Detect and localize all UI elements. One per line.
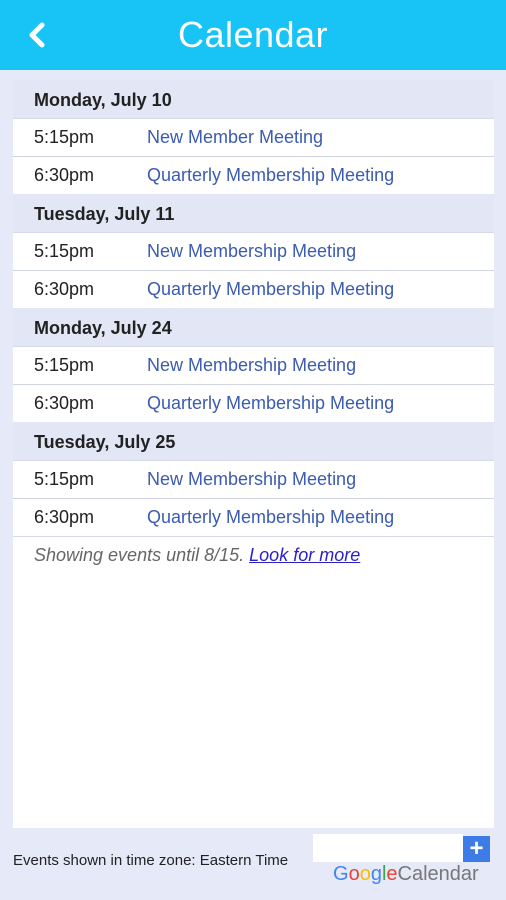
logo-letter: e — [386, 863, 398, 885]
day-header: Monday, July 24 — [13, 308, 494, 346]
google-calendar-logo: GoogleCalendar — [333, 863, 479, 886]
event-title-link[interactable]: Quarterly Membership Meeting — [147, 165, 394, 186]
logo-word: Calendar — [397, 863, 479, 885]
day-header: Monday, July 10 — [13, 80, 494, 118]
event-time: 6:30pm — [34, 165, 95, 185]
showing-events-note: Showing events until 8/15. Look for more — [13, 536, 494, 566]
day-group: Tuesday, July 11 5:15pm New Membership M… — [13, 194, 494, 308]
event-title-link[interactable]: New Member Meeting — [147, 127, 323, 148]
logo-letter: g — [370, 863, 382, 885]
event-row[interactable]: 5:15pm New Membership Meeting — [13, 460, 494, 498]
event-row[interactable]: 6:30pm Quarterly Membership Meeting — [13, 498, 494, 536]
logo-letter: o — [348, 863, 360, 885]
event-time: 6:30pm — [34, 507, 95, 527]
event-row[interactable]: 6:30pm Quarterly Membership Meeting — [13, 156, 494, 194]
gcal-bar — [313, 834, 463, 862]
logo-letter: o — [359, 863, 371, 885]
event-time: 5:15pm — [34, 127, 95, 147]
event-time: 5:15pm — [34, 355, 95, 375]
event-row[interactable]: 6:30pm Quarterly Membership Meeting — [13, 270, 494, 308]
event-title-link[interactable]: New Membership Meeting — [147, 469, 356, 490]
google-calendar-badge: + GoogleCalendar — [313, 834, 490, 890]
event-time: 5:15pm — [34, 241, 95, 261]
day-header: Tuesday, July 11 — [13, 194, 494, 232]
logo-letter: G — [333, 863, 349, 885]
event-time: 6:30pm — [34, 393, 95, 413]
showing-text: Showing events until 8/15. — [34, 545, 245, 565]
agenda-panel: Monday, July 10 5:15pm New Member Meetin… — [13, 80, 494, 828]
event-row[interactable]: 5:15pm New Membership Meeting — [13, 346, 494, 384]
event-row[interactable]: 6:30pm Quarterly Membership Meeting — [13, 384, 494, 422]
event-title-link[interactable]: Quarterly Membership Meeting — [147, 279, 394, 300]
look-for-more-link[interactable]: Look for more — [249, 545, 360, 565]
add-to-google-calendar-button[interactable]: + — [463, 835, 490, 862]
event-title-link[interactable]: New Membership Meeting — [147, 355, 356, 376]
event-row[interactable]: 5:15pm New Membership Meeting — [13, 232, 494, 270]
timezone-note: Events shown in time zone: Eastern Time — [13, 852, 289, 869]
day-group: Monday, July 10 5:15pm New Member Meetin… — [13, 80, 494, 194]
event-title-link[interactable]: Quarterly Membership Meeting — [147, 507, 394, 528]
day-group: Monday, July 24 5:15pm New Membership Me… — [13, 308, 494, 422]
event-title-link[interactable]: New Membership Meeting — [147, 241, 356, 262]
event-title-link[interactable]: Quarterly Membership Meeting — [147, 393, 394, 414]
app-header: Calendar — [0, 0, 506, 70]
event-time: 6:30pm — [34, 279, 95, 299]
day-header: Tuesday, July 25 — [13, 422, 494, 460]
page-title: Calendar — [177, 14, 329, 55]
event-row[interactable]: 5:15pm New Member Meeting — [13, 118, 494, 156]
event-time: 5:15pm — [34, 469, 95, 489]
day-group: Tuesday, July 25 5:15pm New Membership M… — [13, 422, 494, 536]
